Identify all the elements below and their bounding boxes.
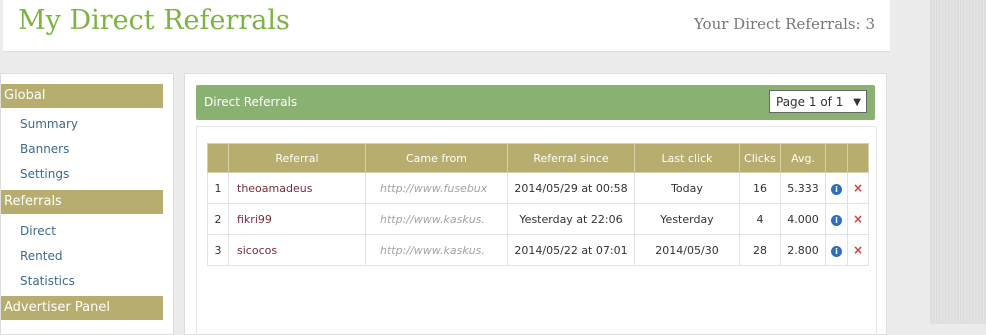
last-click: 2014/05/30 [634, 234, 740, 266]
row-number: 2 [207, 203, 229, 235]
panel-title: Direct Referrals [204, 95, 298, 109]
referral-link[interactable]: fikri99 [228, 203, 366, 235]
sidebar-item-banners[interactable]: Banners [1, 137, 173, 162]
sidebar-item-rented[interactable]: Rented [1, 244, 173, 269]
table-row: 3 sicocos http://www.kaskus. 2014/05/22 … [207, 234, 869, 266]
sidebar-item-summary[interactable]: Summary [1, 112, 173, 137]
info-icon[interactable]: i [831, 245, 842, 257]
sidebar: Global Summary Banners Settings Referral… [0, 73, 174, 335]
table-row: 1 theoamadeus http://www.fusebux 2014/05… [207, 172, 869, 204]
row-number: 3 [207, 234, 229, 266]
average: 2.800 [780, 234, 826, 266]
clicks: 28 [739, 234, 781, 266]
average: 4.000 [780, 203, 826, 235]
sidebar-section-advertiser-panel: Advertiser Panel [1, 296, 163, 320]
header-came-from[interactable]: Came from [365, 143, 508, 173]
referral-count: Your Direct Referrals: 3 [693, 15, 875, 33]
row-number: 1 [207, 172, 229, 204]
referral-since: Yesterday at 22:06 [507, 203, 635, 235]
page-select[interactable]: Page 1 of 1 ▼ [769, 90, 867, 113]
referral-link[interactable]: sicocos [228, 234, 366, 266]
clicks: 4 [739, 203, 781, 235]
header-referral-since[interactable]: Referral since [507, 143, 635, 173]
info-icon[interactable]: i [831, 214, 842, 226]
header-last-click[interactable]: Last click [634, 143, 740, 173]
dropdown-arrow-icon: ▼ [853, 97, 861, 108]
sidebar-section-global: Global [1, 84, 163, 108]
page-header: My Direct Referrals Your Direct Referral… [3, 0, 890, 52]
page-title: My Direct Referrals [18, 5, 290, 36]
page-texture [930, 0, 986, 324]
last-click: Yesterday [634, 203, 740, 235]
panel-header: Direct Referrals Page 1 of 1 ▼ [196, 85, 875, 120]
referral-since: 2014/05/29 at 00:58 [507, 172, 635, 204]
last-click: Today [634, 172, 740, 204]
header-delete [847, 143, 869, 173]
header-info [825, 143, 848, 173]
header-clicks[interactable]: Clicks [739, 143, 781, 173]
delete-icon[interactable]: × [853, 212, 863, 226]
sidebar-item-settings[interactable]: Settings [1, 162, 173, 187]
table-container: Referral Came from Referral since Last c… [196, 126, 877, 335]
came-from-url[interactable]: http://www.kaskus. [365, 203, 508, 235]
came-from-url[interactable]: http://www.fusebux [365, 172, 508, 204]
delete-icon[interactable]: × [853, 181, 863, 195]
sidebar-section-referrals: Referrals [1, 190, 163, 214]
main-panel: Direct Referrals Page 1 of 1 ▼ Referral … [184, 73, 887, 335]
referral-since: 2014/05/22 at 07:01 [507, 234, 635, 266]
clicks: 16 [739, 172, 781, 204]
referrals-table: Referral Came from Referral since Last c… [207, 143, 869, 266]
sidebar-item-direct[interactable]: Direct [1, 219, 173, 244]
sidebar-item-statistics[interactable]: Statistics [1, 269, 173, 294]
delete-icon[interactable]: × [853, 243, 863, 257]
average: 5.333 [780, 172, 826, 204]
header-average[interactable]: Avg. [780, 143, 826, 173]
came-from-url[interactable]: http://www.kaskus. [365, 234, 508, 266]
table-row: 2 fikri99 http://www.kaskus. Yesterday a… [207, 203, 869, 235]
info-icon[interactable]: i [831, 183, 842, 195]
header-referral[interactable]: Referral [228, 143, 366, 173]
referral-link[interactable]: theoamadeus [228, 172, 366, 204]
header-number [207, 143, 229, 173]
page-select-value: Page 1 of 1 [776, 95, 844, 109]
